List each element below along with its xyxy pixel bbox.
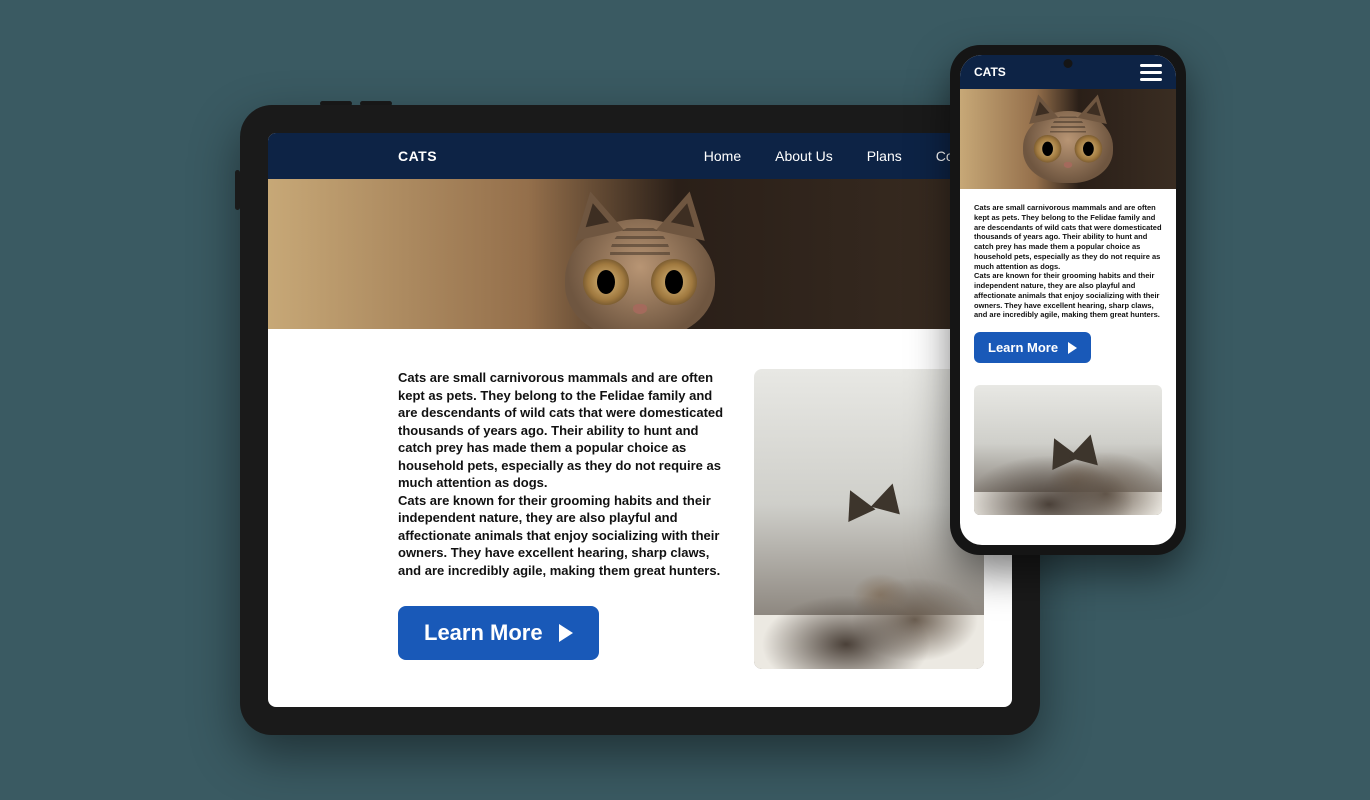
tablet-device-frame: CATS Home About Us Plans Contact Cats ar… (240, 105, 1040, 735)
hero-cat-illustration (540, 219, 740, 329)
nav-link-plans[interactable]: Plans (867, 148, 902, 164)
phone-device-frame: CATS Cats are small carnivorous mammals … (950, 45, 1186, 555)
tablet-hw-button (235, 170, 240, 210)
main-content: Cats are small carnivorous mammals and a… (960, 189, 1176, 371)
nav-link-home[interactable]: Home (704, 148, 741, 164)
body-paragraph-2: Cats are known for their grooming habits… (974, 271, 1162, 320)
phone-viewport: CATS Cats are small carnivorous mammals … (960, 55, 1176, 545)
hero-image (268, 179, 1012, 329)
learn-more-label: Learn More (424, 620, 543, 646)
nav-link-about[interactable]: About Us (775, 148, 833, 164)
body-paragraph-1: Cats are small carnivorous mammals and a… (974, 203, 1162, 271)
main-content: Cats are small carnivorous mammals and a… (268, 329, 1012, 689)
tablet-viewport: CATS Home About Us Plans Contact Cats ar… (268, 133, 1012, 707)
hero-cat-illustration (1008, 111, 1128, 183)
learn-more-button[interactable]: Learn More (398, 606, 599, 660)
body-paragraph-1: Cats are small carnivorous mammals and a… (398, 369, 724, 492)
hero-image (960, 89, 1176, 189)
phone-camera-icon (1064, 59, 1073, 68)
brand-logo[interactable]: CATS (398, 148, 437, 164)
body-paragraph-2: Cats are known for their grooming habits… (398, 492, 724, 580)
navbar: CATS Home About Us Plans Contact (268, 133, 1012, 179)
learn-more-label: Learn More (988, 340, 1058, 355)
play-icon (1068, 342, 1077, 354)
hamburger-menu-icon[interactable] (1140, 64, 1162, 81)
nav-links: Home About Us Plans Contact (704, 148, 984, 164)
learn-more-button[interactable]: Learn More (974, 332, 1091, 363)
brand-logo[interactable]: CATS (974, 65, 1006, 79)
content-image (974, 385, 1162, 515)
play-icon (559, 624, 573, 642)
